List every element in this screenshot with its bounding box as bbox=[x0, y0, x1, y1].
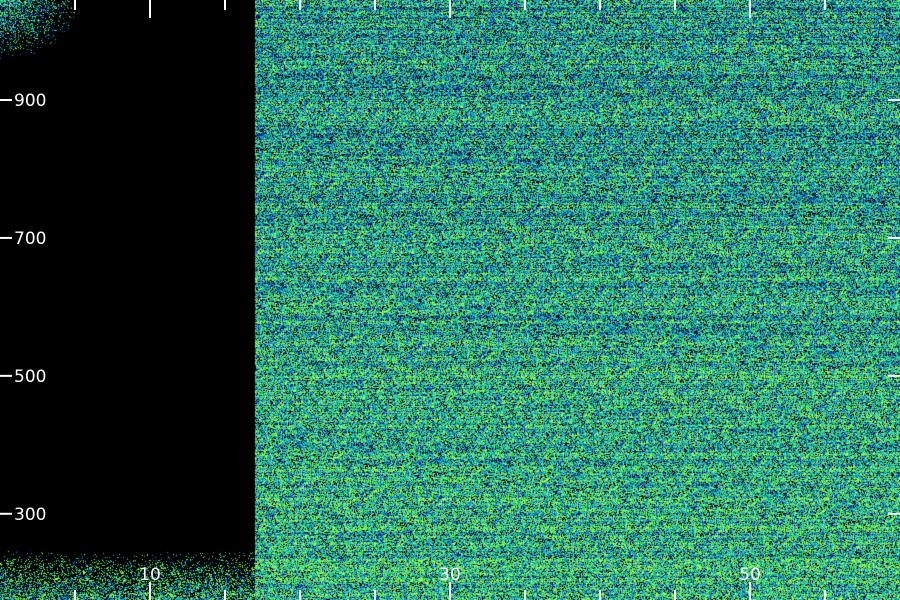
y-tick-label: 300 bbox=[14, 505, 46, 525]
heatmap-image bbox=[0, 0, 900, 600]
y-tick-label: 900 bbox=[14, 91, 46, 111]
x-tick-label: 30 bbox=[439, 565, 461, 585]
y-tick-label: 500 bbox=[14, 367, 46, 387]
y-tick-label: 700 bbox=[14, 229, 46, 249]
heatmap-chart: 10 30 50 900 700 500 300 bbox=[0, 0, 900, 600]
x-tick-label: 50 bbox=[739, 565, 761, 585]
x-tick-label: 10 bbox=[139, 565, 161, 585]
